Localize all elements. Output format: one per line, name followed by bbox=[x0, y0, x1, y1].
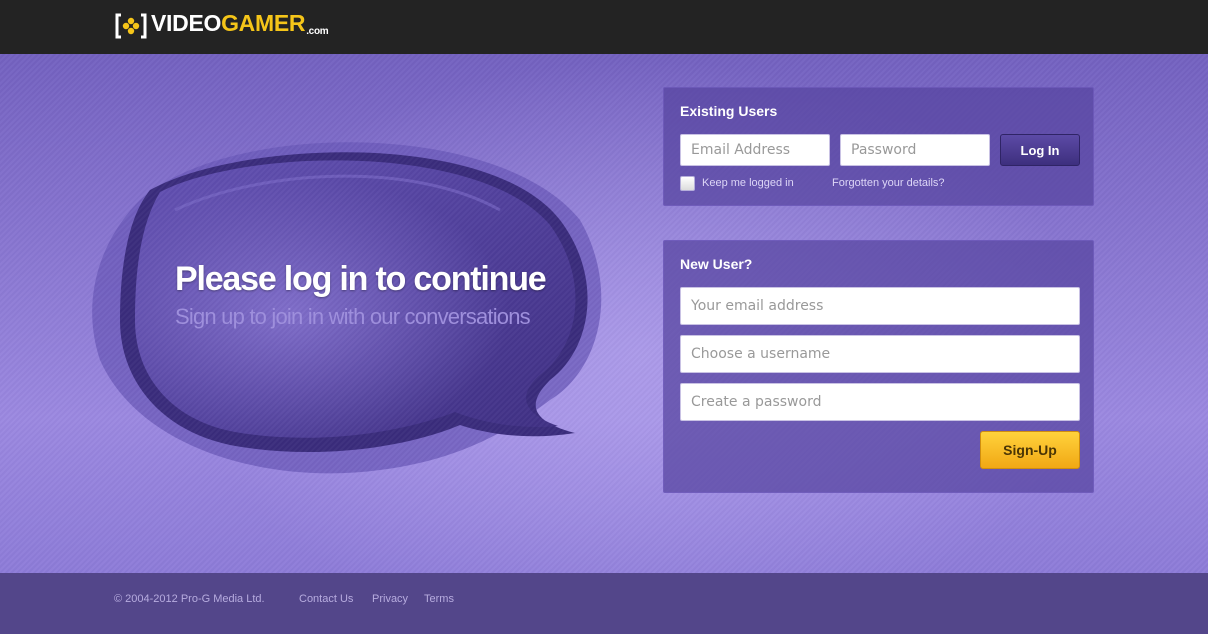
main-area: Please log in to continue Sign up to joi… bbox=[0, 54, 1208, 573]
signup-email-field[interactable]: Your email address bbox=[680, 287, 1080, 325]
signup-button[interactable]: Sign-Up bbox=[980, 431, 1080, 469]
keep-logged-in-checkbox[interactable] bbox=[680, 176, 695, 191]
gamepad-bracket-icon bbox=[115, 13, 147, 39]
keep-logged-in-label[interactable]: Keep me logged in bbox=[702, 177, 794, 189]
login-email-field[interactable]: Email Address bbox=[680, 134, 830, 166]
footer-link-contact[interactable]: Contact Us bbox=[299, 593, 353, 605]
signup-password-field[interactable]: Create a password bbox=[680, 383, 1080, 421]
footer: © 2004-2012 Pro-G Media Ltd. Contact Us … bbox=[0, 573, 1208, 634]
logo-wordmark: VIDEOGAMER.com bbox=[151, 10, 329, 42]
footer-link-privacy[interactable]: Privacy bbox=[372, 593, 408, 605]
footer-copyright: © 2004-2012 Pro-G Media Ltd. bbox=[114, 593, 265, 605]
hero-subtitle: Sign up to join in with our conversation… bbox=[175, 304, 531, 329]
new-user-panel: New User? Your email address Choose a us… bbox=[663, 240, 1094, 493]
footer-link-terms[interactable]: Terms bbox=[424, 593, 454, 605]
existing-users-panel: Existing Users Email Address Password Lo… bbox=[663, 87, 1094, 206]
top-bar: VIDEOGAMER.com bbox=[0, 0, 1208, 54]
forgot-details-link[interactable]: Forgotten your details? bbox=[832, 177, 945, 189]
new-user-title: New User? bbox=[680, 256, 753, 272]
login-password-field[interactable]: Password bbox=[840, 134, 990, 166]
logo-text-main: VIDEO bbox=[151, 10, 222, 36]
existing-users-title: Existing Users bbox=[680, 103, 778, 119]
signup-username-field[interactable]: Choose a username bbox=[680, 335, 1080, 373]
logo-text-suffix: .com bbox=[306, 26, 329, 37]
site-logo[interactable]: VIDEOGAMER.com bbox=[114, 10, 329, 42]
hero-title: Please log in to continue bbox=[175, 260, 547, 298]
login-button[interactable]: Log In bbox=[1000, 134, 1080, 166]
logo-text-accent: GAMER bbox=[221, 10, 306, 36]
